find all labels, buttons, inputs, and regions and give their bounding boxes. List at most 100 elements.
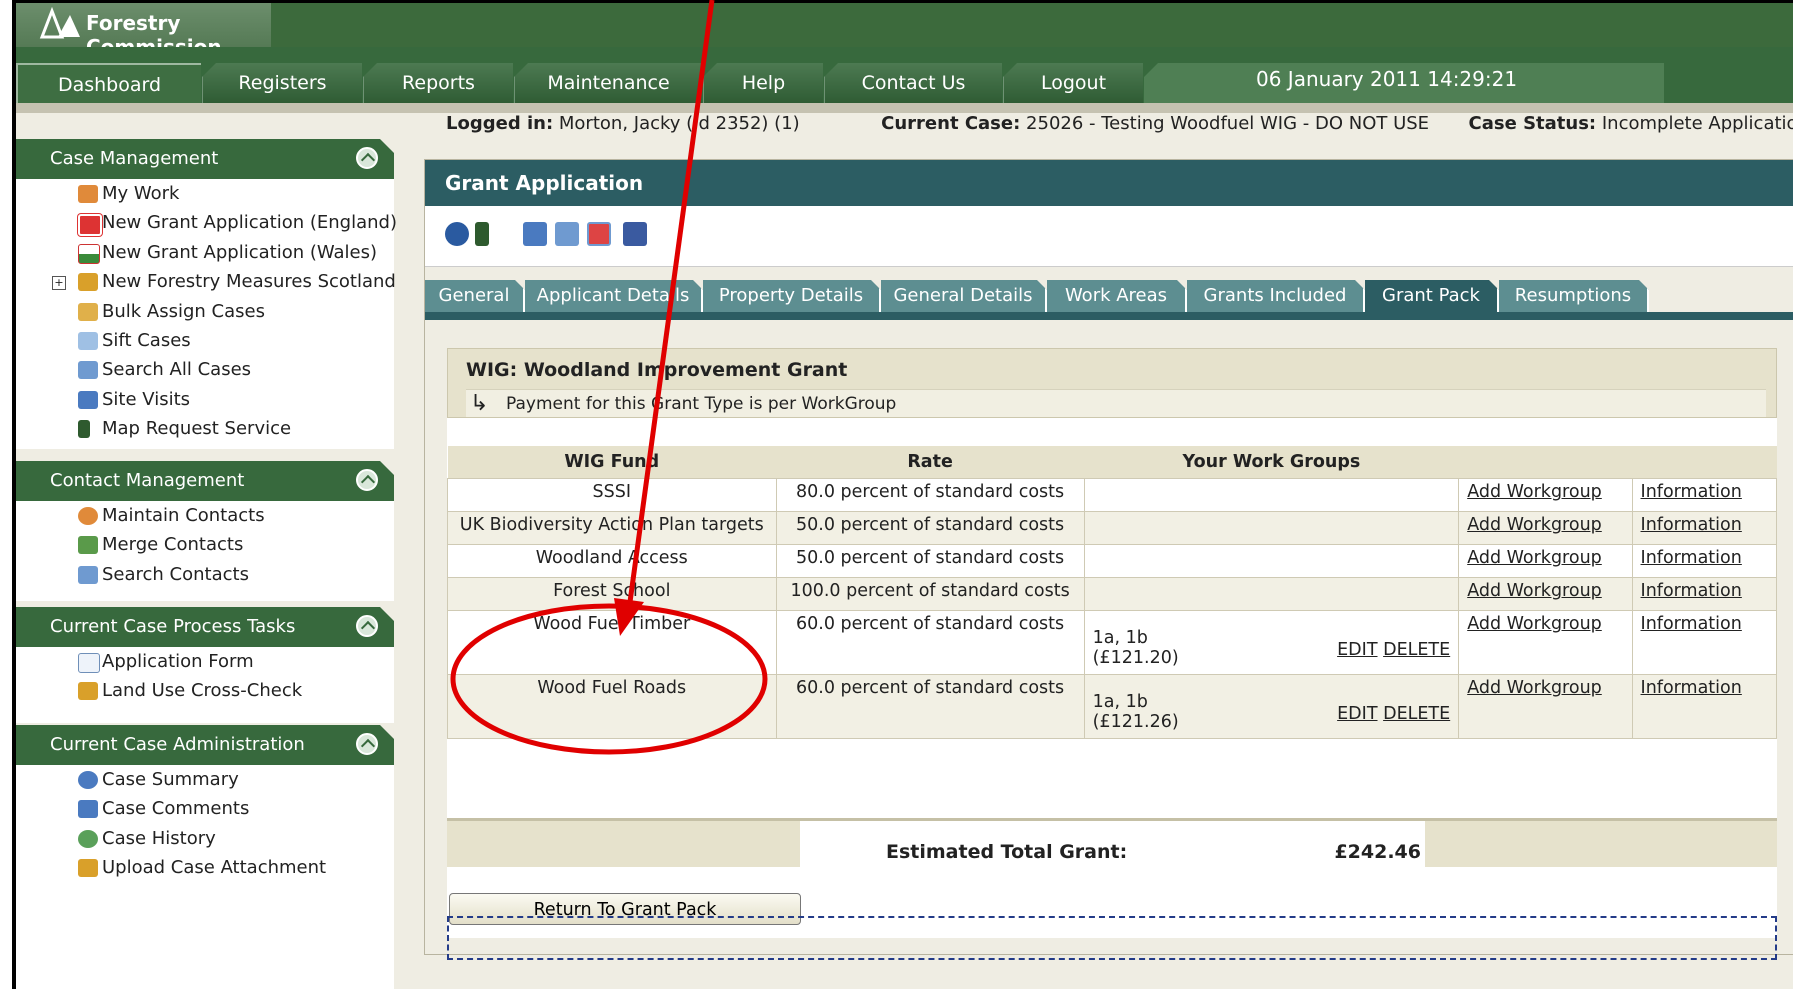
- information-link[interactable]: Information: [1641, 581, 1742, 601]
- information-link[interactable]: Information: [1641, 482, 1742, 502]
- sidebar-item-label: New Grant Application (England): [102, 212, 397, 234]
- datetime-display: 06 January 2011 14:29:21: [1144, 63, 1664, 103]
- column-header-work-groups: Your Work Groups: [1084, 446, 1459, 479]
- fund-rate: 60.0 percent of standard costs: [775, 674, 1085, 739]
- work-group-summary: 1a, 1b (£121.26): [1093, 692, 1179, 732]
- tab-resumptions[interactable]: Resumptions: [1499, 280, 1649, 312]
- sidebar-item-label: Case Summary: [102, 769, 239, 790]
- table-row: SSSI 80.0 percent of standard costs Add …: [447, 478, 1778, 512]
- sidebar-item-search-all[interactable]: Search All Cases: [16, 355, 394, 384]
- save-icon[interactable]: [623, 222, 647, 246]
- clipboard-icon: [78, 302, 98, 321]
- add-workgroup-link[interactable]: Add Workgroup: [1467, 678, 1602, 698]
- sidebar-item-site-visits[interactable]: Site Visits: [16, 385, 394, 414]
- add-workgroup-link[interactable]: Add Workgroup: [1467, 614, 1602, 634]
- edit-link[interactable]: EDIT: [1337, 704, 1377, 724]
- map-icon[interactable]: [475, 222, 489, 246]
- sidebar-item-application-form[interactable]: Application Form: [16, 647, 394, 676]
- tab-property-details[interactable]: Property Details: [703, 280, 881, 312]
- add-workgroup-link[interactable]: Add Workgroup: [1467, 581, 1602, 601]
- information-link[interactable]: Information: [1641, 515, 1742, 535]
- sidebar-item-upload-attachment[interactable]: Upload Case Attachment: [16, 853, 394, 882]
- logged-in-label: Logged in:: [446, 113, 554, 134]
- details-view-icon[interactable]: [555, 222, 579, 246]
- information-link[interactable]: Information: [1641, 548, 1742, 568]
- help-icon[interactable]: [445, 222, 469, 246]
- sidebar-item-label: New Grant Application (Wales): [102, 241, 378, 263]
- sidebar-item-map-request[interactable]: Map Request Service: [16, 414, 394, 443]
- add-workgroup-link[interactable]: Add Workgroup: [1467, 515, 1602, 535]
- sidebar-item-merge-contacts[interactable]: Merge Contacts: [16, 530, 394, 559]
- sidebar-item-case-summary[interactable]: Case Summary: [16, 765, 394, 794]
- list-view-icon[interactable]: [523, 222, 547, 246]
- add-cell: Add Workgroup: [1458, 610, 1633, 675]
- case-management-list: My Work New Grant Application (England) …: [16, 179, 397, 449]
- subtitle-text: Payment for this Grant Type is per WorkG…: [506, 394, 897, 414]
- sidebar-item-new-grant-england[interactable]: New Grant Application (England): [16, 208, 397, 237]
- sidebar-item-label: Merge Contacts: [102, 534, 244, 556]
- menu-logout[interactable]: Logout: [1003, 63, 1143, 103]
- add-cell: Add Workgroup: [1458, 577, 1633, 611]
- sidebar-item-label: Case History: [102, 827, 216, 849]
- sidebar-item-bulk-assign[interactable]: Bulk Assign Cases: [16, 297, 394, 326]
- table-row: Woodland Access 50.0 percent of standard…: [447, 544, 1778, 578]
- menu-dashboard[interactable]: Dashboard: [16, 63, 201, 103]
- menu-maintenance[interactable]: Maintenance: [514, 63, 702, 103]
- work-group-ids: 1a, 1b: [1092, 692, 1148, 712]
- home-icon: [78, 185, 98, 203]
- collapse-icon[interactable]: [356, 733, 378, 755]
- case-status-value: Incomplete Application: [1601, 113, 1793, 134]
- sidebar-item-maintain-contacts[interactable]: Maintain Contacts: [16, 501, 394, 530]
- tab-bar: General Applicant Details Property Detai…: [425, 280, 1793, 320]
- row-actions: EDIT DELETE: [1337, 640, 1450, 660]
- grant-type-header: WIG: Woodland Improvement Grant ↳ Paymen…: [447, 348, 1777, 418]
- delete-link[interactable]: DELETE: [1383, 640, 1450, 660]
- tab-applicant-details[interactable]: Applicant Details: [525, 280, 703, 312]
- sidebar-item-case-comments[interactable]: Case Comments: [16, 794, 394, 823]
- menu-divider: [16, 103, 1793, 113]
- work-group-amount: (£121.20): [1092, 648, 1179, 668]
- edit-link[interactable]: EDIT: [1337, 640, 1377, 660]
- sidebar-item-new-grant-wales[interactable]: New Grant Application (Wales): [16, 238, 394, 267]
- information-link[interactable]: Information: [1641, 614, 1742, 634]
- column-header-rate: Rate: [776, 446, 1085, 479]
- work-groups-cell: 1a, 1b (£121.26) EDIT DELETE: [1083, 674, 1460, 739]
- status-line: Logged in: Morton, Jacky (Id 2352) (1) C…: [446, 113, 1793, 134]
- table-row: Forest School 100.0 percent of standard …: [447, 577, 1778, 611]
- tab-general[interactable]: General: [425, 280, 525, 312]
- add-workgroup-link[interactable]: Add Workgroup: [1467, 482, 1602, 502]
- total-row: Estimated Total Grant: £242.46: [447, 818, 1777, 867]
- information-link[interactable]: Information: [1641, 678, 1742, 698]
- collapse-icon[interactable]: [356, 615, 378, 637]
- sidebar-item-search-contacts[interactable]: Search Contacts: [16, 560, 394, 589]
- section-process-tasks: Current Case Process Tasks: [16, 607, 394, 647]
- checklist-icon[interactable]: [587, 222, 611, 246]
- section-case-admin: Current Case Administration: [16, 725, 394, 765]
- tab-general-details[interactable]: General Details: [881, 280, 1047, 312]
- sidebar-item-new-forestry-scotland[interactable]: + New Forestry Measures Scotland: [16, 267, 396, 296]
- tab-grant-pack[interactable]: Grant Pack: [1365, 280, 1499, 312]
- menu-contact-us[interactable]: Contact Us: [824, 63, 1002, 103]
- sidebar-item-case-history[interactable]: Case History: [16, 824, 394, 853]
- sidebar-item-label: Bulk Assign Cases: [102, 300, 265, 322]
- sidebar-item-my-work[interactable]: My Work: [16, 179, 394, 208]
- add-cell: Add Workgroup: [1458, 544, 1633, 578]
- sidebar-item-sift-cases[interactable]: Sift Cases: [16, 326, 394, 355]
- menu-reports[interactable]: Reports: [363, 63, 513, 103]
- search-icon: [78, 361, 98, 380]
- sidebar-item-label: New Forestry Measures Scotland: [102, 271, 396, 293]
- section-title: Current Case Administration: [50, 734, 305, 755]
- tab-grants-included[interactable]: Grants Included: [1187, 280, 1365, 312]
- tab-work-areas[interactable]: Work Areas: [1047, 280, 1187, 312]
- menu-help[interactable]: Help: [703, 63, 823, 103]
- delete-link[interactable]: DELETE: [1383, 704, 1450, 724]
- menu-registers[interactable]: Registers: [202, 63, 362, 103]
- expand-icon[interactable]: +: [52, 276, 66, 291]
- section-contact-management: Contact Management: [16, 461, 394, 501]
- sidebar-item-label: Case Comments: [102, 798, 250, 820]
- add-workgroup-link[interactable]: Add Workgroup: [1467, 548, 1602, 568]
- sidebar-item-land-use[interactable]: Land Use Cross-Check: [16, 676, 394, 705]
- sidebar-item-label: Maintain Contacts: [102, 505, 265, 526]
- collapse-icon[interactable]: [356, 469, 378, 491]
- collapse-icon[interactable]: [356, 147, 378, 169]
